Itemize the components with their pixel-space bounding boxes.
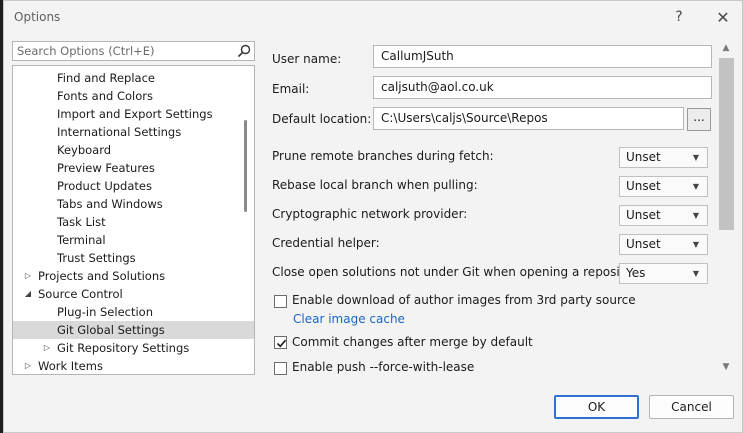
tree-item[interactable]: Task List xyxy=(13,213,254,231)
tree-item[interactable]: International Settings xyxy=(13,123,254,141)
author-images-label: Enable download of author images from 3r… xyxy=(292,293,636,307)
dropdown-select[interactable]: Unset ▼ xyxy=(619,205,708,226)
tree-item[interactable]: Find and Replace xyxy=(13,69,254,87)
title-bar: Options ? ✕ xyxy=(4,1,742,35)
tree-item-label: Work Items xyxy=(38,359,103,373)
tree-item-label: International Settings xyxy=(57,125,182,139)
email-field[interactable]: caljsuth@aol.co.uk xyxy=(373,76,712,99)
author-images-checkbox[interactable] xyxy=(274,295,287,308)
tree-item-label: Source Control xyxy=(38,287,123,301)
force-with-lease-label: Enable push --force-with-lease xyxy=(292,360,475,374)
dropdown-value: Unset xyxy=(626,179,661,193)
tree-item[interactable]: Keyboard xyxy=(13,141,254,159)
email-label: Email: xyxy=(272,82,310,96)
dropdown-label: Prune remote branches during fetch: xyxy=(272,149,494,163)
dropdown-select[interactable]: Unset ▼ xyxy=(619,234,708,255)
chevron-down-icon: ▼ xyxy=(692,182,699,191)
tree-item[interactable]: ▷ Projects and Solutions xyxy=(13,267,254,285)
chevron-down-icon: ▼ xyxy=(692,153,699,162)
collapsed-arrow-icon[interactable]: ▷ xyxy=(41,339,53,357)
tree-item[interactable]: Git Global Settings xyxy=(13,321,254,339)
tree-item-label: Task List xyxy=(57,215,106,229)
collapsed-arrow-icon[interactable]: ▷ xyxy=(22,357,34,374)
dropdown-value: Yes xyxy=(626,266,646,280)
tree-item[interactable]: ▷ Work Items xyxy=(13,357,254,374)
dropdown-label: Cryptographic network provider: xyxy=(272,207,468,221)
tree-item-label: Fonts and Colors xyxy=(57,89,153,103)
options-dialog: Options ? ✕ Find and Replace Fonts and Co… xyxy=(3,0,743,433)
tree-item-label: Preview Features xyxy=(57,161,155,175)
default-location-label: Default location: xyxy=(272,112,372,126)
collapsed-arrow-icon[interactable]: ▷ xyxy=(22,267,34,285)
tree-item[interactable]: Terminal xyxy=(13,231,254,249)
dropdown-select[interactable]: Unset ▼ xyxy=(619,147,708,168)
search-icon[interactable] xyxy=(237,44,251,58)
checkmark-icon xyxy=(276,339,287,348)
scroll-down-icon[interactable]: ▼ xyxy=(718,362,734,372)
options-tree[interactable]: Find and Replace Fonts and Colors Import a… xyxy=(12,65,255,375)
tree-item-label: Git Repository Settings xyxy=(57,341,190,355)
tree-item-label: Product Updates xyxy=(57,179,152,193)
expanded-arrow-icon[interactable]: ◢ xyxy=(22,285,34,303)
help-icon[interactable]: ? xyxy=(664,5,694,29)
commit-after-merge-label: Commit changes after merge by default xyxy=(292,335,533,349)
tree-item-label: Git Global Settings xyxy=(57,323,165,337)
dropdown-select[interactable]: Unset ▼ xyxy=(619,176,708,197)
tree-item[interactable]: Trust Settings xyxy=(13,249,254,267)
tree-item[interactable]: Plug-in Selection xyxy=(13,303,254,321)
tree-item-label: Projects and Solutions xyxy=(38,269,166,283)
options-scrollbar-thumb[interactable] xyxy=(719,58,734,230)
dropdown-label: Rebase local branch when pulling: xyxy=(272,178,478,192)
chevron-down-icon: ▼ xyxy=(692,211,699,220)
tree-item-label: Tabs and Windows xyxy=(57,197,163,211)
user-name-label: User name: xyxy=(272,52,342,66)
dropdown-label: Close open solutions not under Git when … xyxy=(272,265,647,279)
dropdown-label: Credential helper: xyxy=(272,236,380,250)
search-box xyxy=(12,41,255,61)
commit-after-merge-checkbox[interactable] xyxy=(274,336,287,349)
tree-item-label: Import and Export Settings xyxy=(57,107,213,121)
tree-item[interactable]: ◢ Source Control xyxy=(13,285,254,303)
chevron-down-icon: ▼ xyxy=(692,269,699,278)
tree-item-label: Keyboard xyxy=(57,143,112,157)
dropdown-value: Unset xyxy=(626,237,661,251)
scroll-up-icon[interactable]: ▲ xyxy=(718,43,734,53)
ok-button[interactable]: OK xyxy=(554,395,639,419)
browse-button[interactable]: ... xyxy=(687,108,711,131)
tree-item[interactable]: ▷ Git Repository Settings xyxy=(13,339,254,357)
clear-image-cache-link[interactable]: Clear image cache xyxy=(293,312,405,326)
force-with-lease-checkbox[interactable] xyxy=(274,362,287,375)
tree-item-label: Terminal xyxy=(57,233,106,247)
dropdown-select[interactable]: Yes ▼ xyxy=(619,263,708,284)
close-icon[interactable]: ✕ xyxy=(708,5,738,29)
search-input[interactable] xyxy=(13,42,233,60)
tree-item-label: Plug-in Selection xyxy=(57,305,154,319)
tree-item[interactable]: Import and Export Settings xyxy=(13,105,254,123)
tree-item[interactable]: Fonts and Colors xyxy=(13,87,254,105)
dropdown-value: Unset xyxy=(626,150,661,164)
window-title: Options xyxy=(14,10,61,24)
tree-item-label: Trust Settings xyxy=(57,251,136,265)
cancel-button[interactable]: Cancel xyxy=(649,395,734,419)
tree-item[interactable]: Tabs and Windows xyxy=(13,195,254,213)
tree-item-label: Find and Replace xyxy=(57,71,155,85)
default-location-field[interactable]: C:\Users\caljs\Source\Repos xyxy=(373,107,684,130)
user-name-field[interactable]: CallumJSuth xyxy=(373,45,712,68)
dropdown-value: Unset xyxy=(626,208,661,222)
tree-item[interactable]: Product Updates xyxy=(13,177,254,195)
chevron-down-icon: ▼ xyxy=(692,240,699,249)
tree-item[interactable]: Preview Features xyxy=(13,159,254,177)
